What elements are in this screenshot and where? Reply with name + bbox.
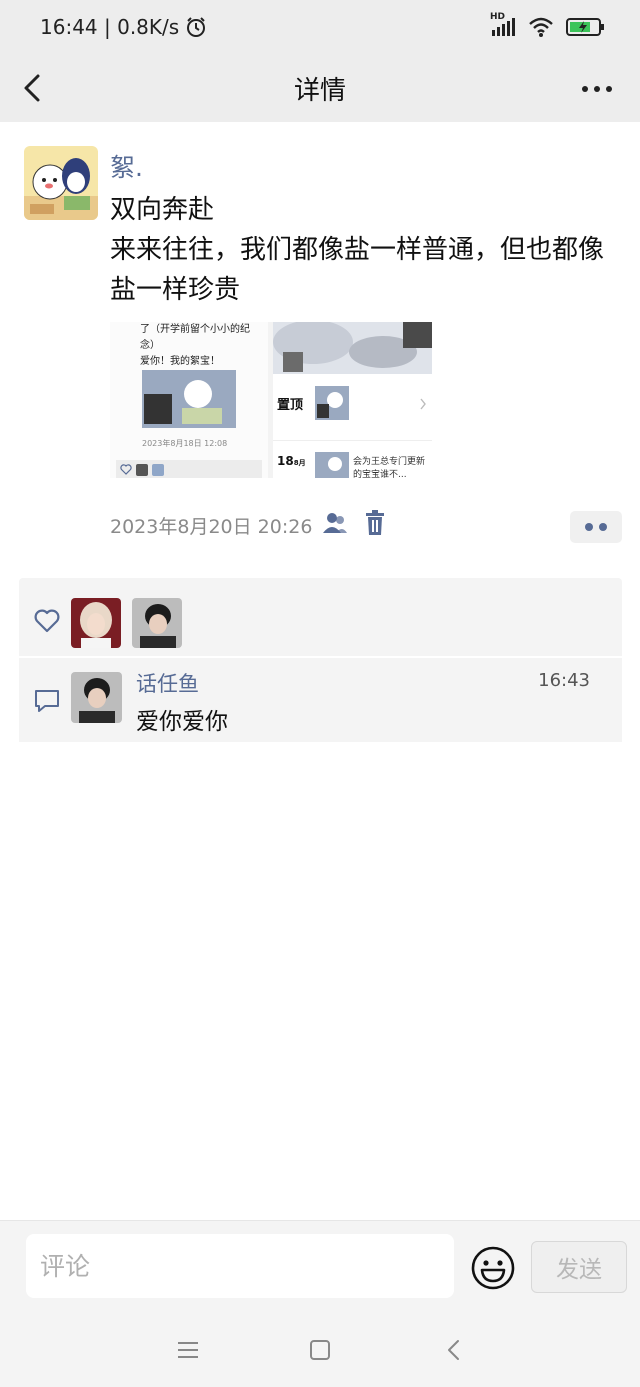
mini-avatar [136,464,148,476]
comment-icon [35,690,59,712]
home-square-icon [310,1340,330,1360]
preview-caption: 念） [140,340,160,351]
post-text-line: 来来往往，我们都像盐一样普通，但也都像 [110,235,605,265]
wifi-icon [529,17,553,37]
likes-panel [19,578,622,656]
preview-caption: 了（开学前留个小小的纪 [140,324,250,335]
status-bar: 16:44 | 0.8K/s HD [0,0,640,56]
commenter-avatar[interactable] [71,672,122,723]
preview-date: 2023年8月18日 12:08 [142,439,228,448]
heart-icon [120,464,132,475]
more-options-button[interactable] [580,74,614,104]
menu-button[interactable] [174,1336,202,1364]
alarm-icon [187,17,206,37]
preview-caption: 爱你！我的絮宝！ [140,356,220,367]
preview-thumb [142,370,236,428]
back-triangle-icon [448,1340,459,1360]
emoji-icon [471,1246,515,1290]
status-left: 16:44 | 0.8K/s [40,15,207,39]
emoji-button[interactable] [470,1245,516,1291]
preview-cover [273,322,432,374]
post-text-line: 双向奔赴 [110,195,215,225]
divider [273,440,432,441]
nav-bar: 详情 [0,56,640,122]
entry-thumb [315,452,349,478]
mini-avatar [152,464,164,476]
like-avatar[interactable] [71,598,121,648]
battery-icon [566,18,604,36]
comment-input-bar: 发送 [0,1220,640,1312]
delete-button[interactable] [364,510,386,536]
more-dots-icon [582,86,612,92]
post-action-menu-button[interactable] [570,511,622,543]
post-text: 双向奔赴 来来往往，我们都像盐一样普通，但也都像 盐一样珍贵 [110,190,622,310]
preview-footer-bar [116,460,262,478]
entry-day: 188月 [277,454,306,468]
post-timestamp: 2023年8月20日 20:26 [110,516,313,538]
visibility-friends-icon[interactable] [322,511,348,535]
status-right: HD [490,12,606,38]
author-avatar[interactable] [24,146,98,220]
trash-icon [366,510,384,535]
comment-time: 16:43 [538,670,590,691]
system-back-button[interactable] [440,1336,468,1364]
home-button[interactable] [306,1336,334,1364]
commenter-name[interactable]: 话任鱼 [136,668,199,698]
comment-text[interactable]: 爱你爱你 [136,702,228,736]
pinned-thumb [315,386,349,420]
send-button[interactable]: 发送 [531,1241,627,1293]
post-author-name[interactable]: 絮. [110,148,143,184]
post-text-line: 盐一样珍贵 [110,275,241,305]
system-nav-bar [0,1312,640,1387]
entry-snippet: 的宝宝谁不... [353,470,407,478]
post-image[interactable]: 了（开学前留个小小的纪 念） 爱你！我的絮宝！ 2023年8月18日 12:08… [110,322,432,478]
heart-icon [34,609,60,633]
chevron-right-icon [420,398,426,410]
status-time-speed: 16:44 | 0.8K/s [40,15,180,39]
cellular-signal-icon: HD [490,12,516,38]
entry-snippet: 会为王总专门更新 [353,457,426,467]
preview-right-panel: 置顶 188月 会为王总专门更新 的宝宝谁不... [273,322,432,478]
like-avatar[interactable] [132,598,182,648]
page-title: 详情 [293,76,346,106]
pinned-label: 置顶 [277,398,304,413]
menu-icon [178,1342,198,1358]
preview-left-panel: 了（开学前留个小小的纪 念） 爱你！我的絮宝！ 2023年8月18日 12:08 [110,322,268,478]
comment-input[interactable] [26,1234,454,1298]
comments-panel: 话任鱼 16:43 爱你爱你 [19,658,622,742]
